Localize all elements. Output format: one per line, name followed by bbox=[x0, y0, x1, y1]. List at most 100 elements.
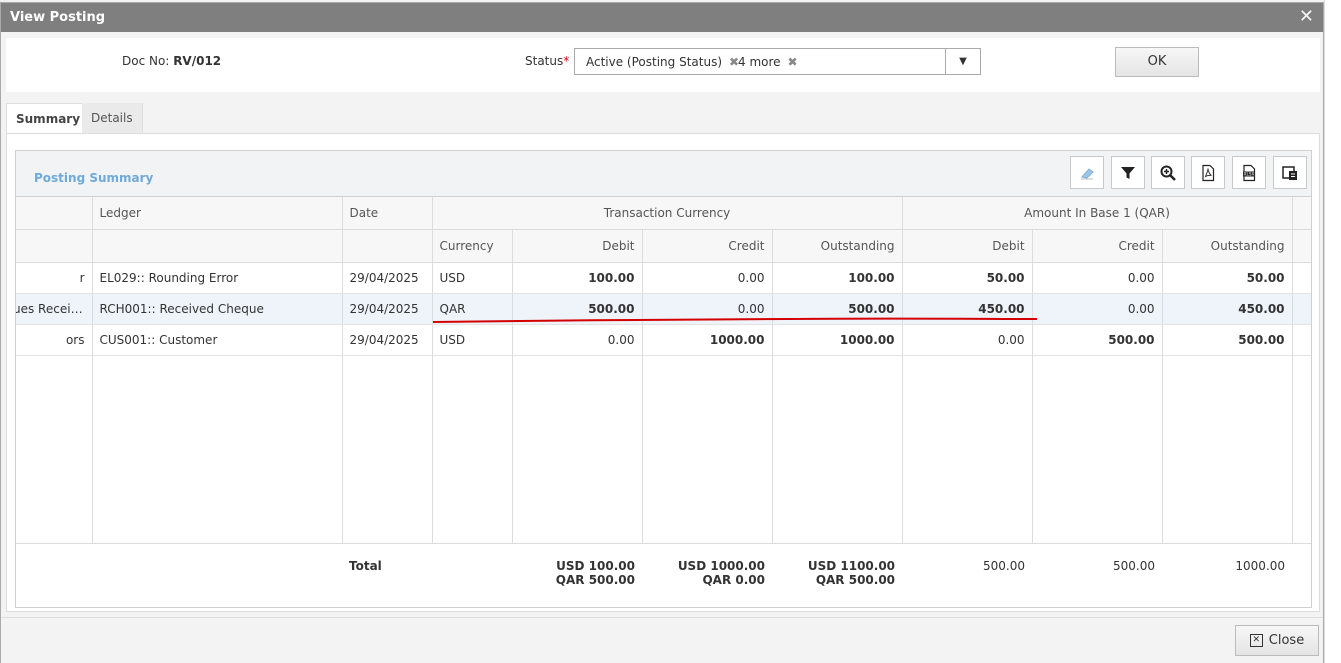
t-credit-header[interactable]: Credit bbox=[642, 229, 773, 263]
total-t-outstanding: USD 1100.00 QAR 500.00 bbox=[772, 544, 902, 608]
scroll-header-spacer bbox=[1292, 197, 1311, 230]
summary-panel: Posting Summary XLSX Ledger Date Transac… bbox=[6, 133, 1320, 612]
b-credit-cell: 500.00 bbox=[1032, 324, 1163, 356]
scroll-header-spacer bbox=[1292, 229, 1311, 263]
total-t-debit-qar: QAR 500.00 bbox=[555, 573, 635, 587]
currency-cell: USD bbox=[432, 262, 513, 294]
total-t-debit: USD 100.00 QAR 500.00 bbox=[512, 544, 642, 608]
dialog-title: View Posting bbox=[10, 10, 106, 25]
t-debit-cell: 100.00 bbox=[512, 262, 643, 294]
status-chip-label: Active (Posting Status) bbox=[586, 55, 723, 69]
close-button[interactable]: ✕ Close bbox=[1235, 625, 1319, 656]
eraser-icon[interactable] bbox=[1070, 156, 1104, 189]
zoom-icon[interactable] bbox=[1151, 156, 1185, 189]
date-cell: 29/04/2025 bbox=[342, 293, 433, 325]
account-subheader bbox=[16, 229, 93, 263]
account-cell: r bbox=[16, 262, 93, 294]
t-outstanding-cell: 1000.00 bbox=[772, 324, 903, 356]
doc-number: Doc No: RV/012 bbox=[122, 54, 221, 68]
status-label-text: Status bbox=[525, 54, 564, 68]
tab-details[interactable]: Details bbox=[82, 103, 143, 133]
b-outstanding-cell: 450.00 bbox=[1162, 293, 1293, 325]
b-outstanding-header[interactable]: Outstanding bbox=[1162, 229, 1293, 263]
row-spacer bbox=[1292, 262, 1311, 294]
b-debit-header[interactable]: Debit bbox=[902, 229, 1033, 263]
ledger-cell: CUS001:: Customer bbox=[92, 324, 343, 356]
currency-cell: USD bbox=[432, 324, 513, 356]
t-debit-header[interactable]: Debit bbox=[512, 229, 643, 263]
close-icon[interactable]: ✕ bbox=[1299, 6, 1314, 27]
tab-strip: Summary Details bbox=[6, 103, 1320, 134]
doc-number-label: Doc No: bbox=[122, 54, 170, 68]
date-cell: 29/04/2025 bbox=[342, 324, 433, 356]
remove-chip-icon[interactable]: ✖ bbox=[788, 55, 798, 69]
close-button-label: Close bbox=[1268, 633, 1305, 648]
t-credit-cell: 1000.00 bbox=[642, 324, 773, 356]
account-cell: ues Receiv... bbox=[16, 293, 93, 325]
t-debit-cell: 0.00 bbox=[512, 324, 643, 356]
b-outstanding-cell: 500.00 bbox=[1162, 324, 1293, 356]
base-amount-header: Amount In Base 1 (QAR) bbox=[902, 197, 1293, 230]
dropdown-arrow-icon[interactable]: ▼ bbox=[945, 49, 980, 74]
view-posting-dialog: View Posting ✕ Doc No: RV/012 Status* Ac… bbox=[0, 2, 1324, 663]
ledger-subheader bbox=[92, 229, 343, 263]
dialog-titlebar: View Posting ✕ bbox=[1, 3, 1323, 32]
transaction-currency-header: Transaction Currency bbox=[432, 197, 903, 230]
columns-icon[interactable] bbox=[1273, 156, 1307, 189]
background-window-edge bbox=[1324, 0, 1341, 663]
grid-toolbar: Posting Summary XLSX bbox=[16, 151, 1311, 197]
table-row[interactable]: ors CUS001:: Customer 29/04/2025 USD 0.0… bbox=[16, 324, 1311, 356]
table-row[interactable]: r EL029:: Rounding Error 29/04/2025 USD … bbox=[16, 262, 1311, 294]
svg-text:XLSX: XLSX bbox=[1244, 171, 1255, 176]
b-credit-cell: 0.00 bbox=[1032, 293, 1163, 325]
empty-rows-area bbox=[16, 355, 1311, 544]
total-t-credit-qar: QAR 0.00 bbox=[702, 573, 765, 587]
b-outstanding-cell: 50.00 bbox=[1162, 262, 1293, 294]
t-outstanding-cell: 100.00 bbox=[772, 262, 903, 294]
status-chip-label: 4 more bbox=[738, 55, 781, 69]
status-multiselect[interactable]: Active (Posting Status) ✖ 4 more ✖ ▼ bbox=[574, 48, 981, 75]
t-credit-cell: 0.00 bbox=[642, 262, 773, 294]
column-header-row: Currency Debit Credit Outstanding Debit … bbox=[16, 229, 1311, 263]
row-spacer bbox=[1292, 324, 1311, 356]
total-t-debit-usd: USD 100.00 bbox=[556, 559, 635, 573]
tab-summary[interactable]: Summary bbox=[6, 103, 91, 134]
b-debit-cell: 50.00 bbox=[902, 262, 1033, 294]
annotation-underline bbox=[432, 317, 1038, 323]
total-b-credit: 500.00 bbox=[1113, 559, 1156, 573]
ok-button[interactable]: OK bbox=[1115, 47, 1199, 77]
total-t-credit: USD 1000.00 QAR 0.00 bbox=[642, 544, 772, 608]
posting-header: Doc No: RV/012 Status* Active (Posting S… bbox=[6, 38, 1320, 92]
status-label: Status* bbox=[525, 54, 569, 68]
b-credit-header[interactable]: Credit bbox=[1032, 229, 1163, 263]
total-b-outstanding: 1000.00 bbox=[1235, 559, 1286, 573]
ledger-cell: EL029:: Rounding Error bbox=[92, 262, 343, 294]
group-header-row: Ledger Date Transaction Currency Amount … bbox=[16, 197, 1311, 230]
required-marker: * bbox=[563, 54, 570, 68]
xlsx-icon[interactable]: XLSX bbox=[1232, 156, 1266, 189]
total-label: Total bbox=[349, 559, 382, 573]
posting-table: Ledger Date Transaction Currency Amount … bbox=[16, 197, 1311, 608]
account-header[interactable] bbox=[16, 197, 93, 230]
total-t-out-qar: QAR 500.00 bbox=[815, 573, 896, 587]
close-box-icon: ✕ bbox=[1249, 634, 1263, 647]
date-subheader bbox=[342, 229, 433, 263]
posting-summary-grid: Posting Summary XLSX Ledger Date Transac… bbox=[15, 150, 1312, 608]
total-b-debit: 500.00 bbox=[983, 559, 1026, 573]
filter-icon[interactable] bbox=[1111, 156, 1145, 189]
row-spacer bbox=[1292, 293, 1311, 325]
ledger-cell: RCH001:: Received Cheque bbox=[92, 293, 343, 325]
t-outstanding-header[interactable]: Outstanding bbox=[772, 229, 903, 263]
date-header[interactable]: Date bbox=[342, 197, 433, 230]
b-credit-cell: 0.00 bbox=[1032, 262, 1163, 294]
ledger-header[interactable]: Ledger bbox=[92, 197, 343, 230]
total-t-credit-usd: USD 1000.00 bbox=[677, 559, 765, 573]
b-debit-cell: 0.00 bbox=[902, 324, 1033, 356]
total-row: Total USD 100.00 QAR 500.00 USD 1000.00 … bbox=[16, 544, 1311, 608]
pdf-icon[interactable] bbox=[1191, 156, 1225, 189]
grid-title: Posting Summary bbox=[34, 171, 154, 185]
currency-header[interactable]: Currency bbox=[432, 229, 513, 263]
account-cell: ors bbox=[16, 324, 93, 356]
doc-number-value: RV/012 bbox=[173, 54, 222, 68]
total-t-out-usd: USD 1100.00 bbox=[807, 559, 896, 573]
